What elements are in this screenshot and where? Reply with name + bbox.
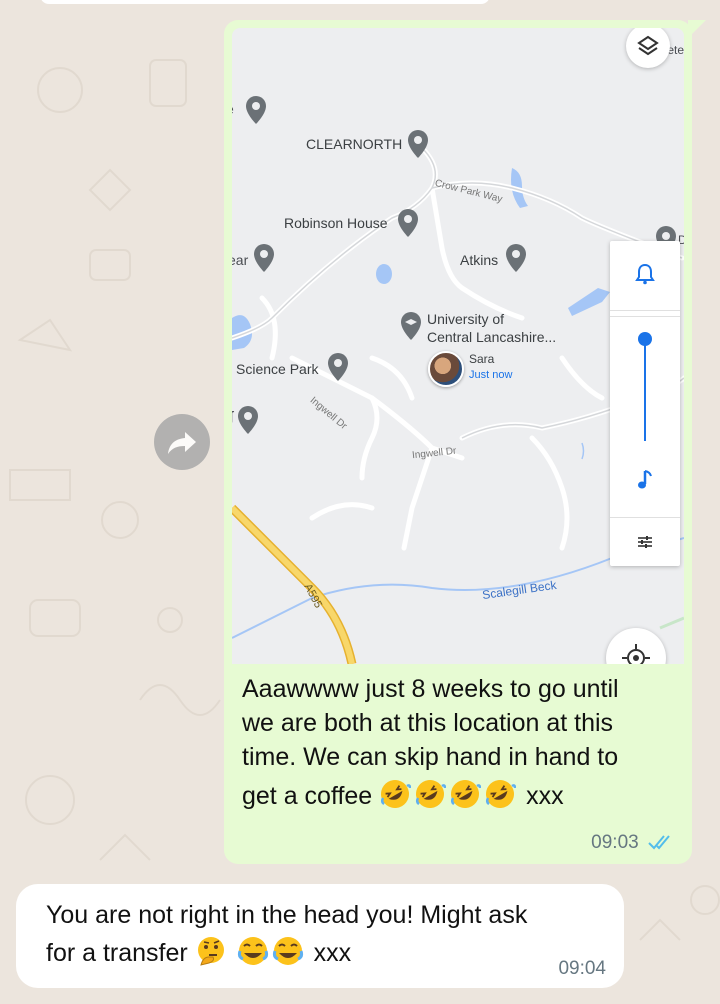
message-line: Aaawwww just 8 weeks to go until	[242, 675, 619, 703]
message-time: 09:03	[591, 832, 639, 853]
message-line: You are not right in the head you! Might…	[46, 901, 528, 929]
outgoing-message-meta: 09:03	[591, 832, 676, 854]
map-control-panel	[610, 241, 680, 566]
map-layers-button[interactable]	[626, 28, 670, 68]
rolling-laughing-emoji-icon	[451, 780, 482, 808]
read-ticks-icon	[648, 835, 670, 850]
place-pin-icon[interactable]	[407, 130, 429, 158]
music-note-icon[interactable]	[636, 469, 654, 491]
rolling-laughing-emoji-icon	[416, 780, 447, 808]
sliders-icon[interactable]	[637, 535, 653, 549]
location-updated-time: Just now	[469, 369, 513, 381]
tears-of-joy-emoji-icon	[272, 937, 303, 965]
panel-divider	[610, 310, 680, 311]
incoming-message-bubble[interactable]: You are not right in the head you! Might…	[16, 884, 624, 988]
outgoing-message-text: Aaawwww just 8 weeks to go until we are …	[242, 672, 682, 813]
place-pin-icon[interactable]	[245, 96, 267, 124]
place-label-atkins: Atkins	[460, 252, 499, 268]
incoming-message-text: You are not right in the head you! Might…	[46, 896, 606, 972]
message-line: time. We can skip hand in hand to	[242, 743, 619, 771]
my-location-button[interactable]	[606, 628, 666, 664]
rolling-laughing-emoji-icon	[381, 780, 412, 808]
forward-icon	[168, 432, 196, 454]
previous-message-bubble	[40, 0, 490, 4]
laughing-emoji-group	[379, 780, 526, 810]
school-pin-icon[interactable]	[400, 312, 422, 340]
place-label-clearnorth: CLEARNORTH	[306, 136, 403, 152]
place-label: e	[232, 101, 234, 117]
layers-icon	[637, 35, 659, 56]
outgoing-message-bubble[interactable]: e CLEARNORTH Robinson House ear Atkins U…	[224, 20, 706, 864]
place-label-uclan-2: Central Lancashire...	[427, 329, 557, 345]
tears-of-joy-emoji-icon	[237, 937, 268, 965]
live-location-map[interactable]: e CLEARNORTH Robinson House ear Atkins U…	[232, 28, 684, 664]
message-line: for a transfer	[46, 939, 188, 967]
panel-divider	[610, 316, 680, 317]
place-pin-icon[interactable]	[237, 406, 259, 434]
bubble-tail	[688, 20, 706, 38]
contact-avatar-marker[interactable]	[428, 351, 464, 387]
my-location-icon	[622, 644, 650, 664]
place-label: ʃ	[232, 408, 233, 424]
message-suffix: xxx	[313, 939, 352, 967]
volume-slider[interactable]	[635, 331, 655, 451]
place-label-uclan-1: University of	[427, 311, 505, 327]
message-line: get a coffee	[242, 782, 373, 810]
rolling-laughing-emoji-icon	[486, 780, 517, 808]
place-pin-icon[interactable]	[505, 244, 527, 272]
incoming-message-time: 09:04	[558, 958, 606, 979]
place-label: ear	[232, 252, 249, 268]
panel-divider	[610, 517, 680, 518]
place-pin-icon[interactable]	[397, 209, 419, 237]
thinking-face-emoji-icon	[197, 937, 224, 966]
place-pin-icon[interactable]	[253, 244, 275, 272]
message-line: we are both at this location at this	[242, 709, 614, 737]
forward-button[interactable]	[154, 414, 210, 470]
location-contact-name: Sara	[469, 352, 495, 366]
place-pin-icon[interactable]	[327, 353, 349, 381]
place-label-robinson-house: Robinson House	[284, 215, 388, 231]
bell-icon[interactable]	[635, 263, 655, 285]
message-suffix: xxx	[526, 782, 564, 810]
place-label-science-park: Science Park	[236, 361, 319, 377]
